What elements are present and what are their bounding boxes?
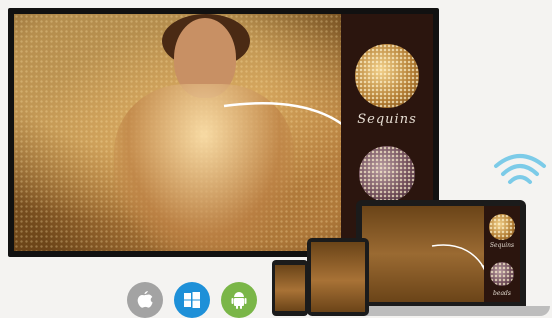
laptop-swatch-panel: Sequins beads [484,206,520,302]
laptop-screen: Sequins beads [362,206,520,302]
sequins-swatch [355,44,419,108]
beads-swatch [359,146,415,202]
laptop-beads-swatch [490,262,514,286]
sequins-label: Sequins [357,112,417,127]
laptop-sequins-label: Sequins [489,242,515,249]
tablet-device [307,238,369,316]
laptop-beads-label: beads [493,290,511,297]
laptop-sequins-swatch [489,214,515,240]
laptop-device: Sequins beads [356,200,526,308]
android-icon [221,282,257,318]
phone-device [272,260,308,316]
laptop-base [340,306,550,316]
apple-icon [127,282,163,318]
phone-screen [275,265,305,311]
tablet-screen [311,242,365,312]
windows-icon [174,282,210,318]
wifi-icon [494,154,546,184]
